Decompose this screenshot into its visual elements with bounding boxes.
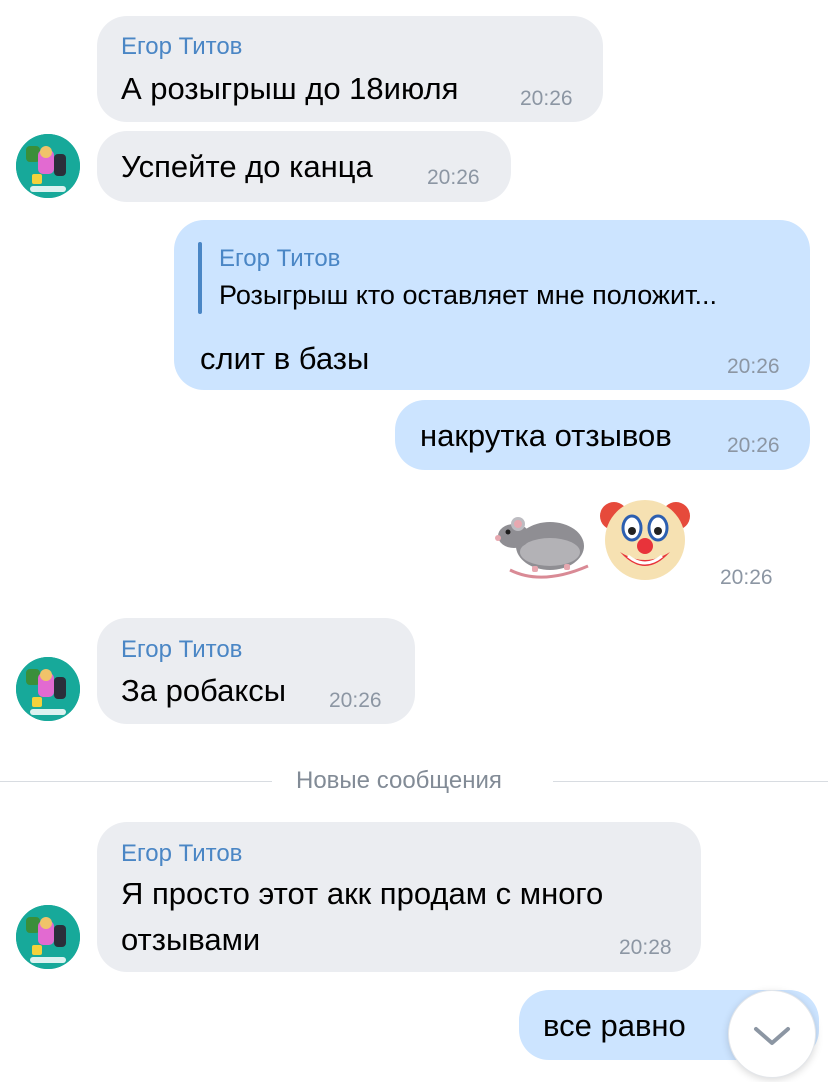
- incoming-message[interactable]: Егор Титов А розыгрыш до 18июля 20:26: [97, 16, 603, 122]
- message-text: Успейте до канца: [121, 149, 373, 184]
- message-time: 20:28: [619, 936, 672, 959]
- new-messages-divider: Новые сообщения: [296, 767, 502, 794]
- avatar-image: [16, 905, 80, 969]
- sender-name[interactable]: Егор Титов: [121, 636, 242, 664]
- sender-avatar[interactable]: [16, 134, 80, 198]
- sender-name[interactable]: Егор Титов: [121, 840, 242, 868]
- outgoing-message[interactable]: Егор Титов Розыгрыш кто оставляет мне по…: [174, 220, 810, 390]
- message-time: 20:26: [329, 689, 382, 712]
- message-time: 20:26: [727, 355, 780, 378]
- emoji-message[interactable]: 20:26: [492, 488, 812, 598]
- rat-emoji-icon: [492, 500, 592, 589]
- message-text: накрутка отзывов: [420, 418, 672, 453]
- clown-emoji-icon: [598, 488, 692, 587]
- reply-quote-bar: [198, 242, 202, 314]
- quote-text[interactable]: Розыгрыш кто оставляет мне положит...: [219, 277, 717, 313]
- sender-avatar[interactable]: [16, 905, 80, 969]
- avatar-image: [16, 657, 80, 721]
- message-time: 20:26: [727, 434, 780, 457]
- message-time: 20:26: [720, 566, 773, 589]
- sender-avatar[interactable]: [16, 657, 80, 721]
- outgoing-message[interactable]: накрутка отзывов 20:26: [395, 400, 810, 470]
- sender-name[interactable]: Егор Титов: [121, 33, 242, 61]
- message-text: все равно: [543, 1008, 686, 1043]
- message-text: слит в базы: [200, 341, 370, 376]
- message-time: 20:26: [520, 87, 573, 110]
- divider-line-right: [553, 781, 828, 782]
- scroll-down-button[interactable]: [728, 990, 816, 1078]
- avatar-image: [16, 134, 80, 198]
- incoming-message[interactable]: Егор Титов Я просто этот акк продам с мн…: [97, 822, 701, 972]
- divider-line-left: [0, 781, 272, 782]
- message-text: А розыгрыш до 18июля: [121, 71, 459, 106]
- quote-sender[interactable]: Егор Титов: [219, 245, 340, 273]
- message-time: 20:26: [427, 166, 480, 189]
- incoming-message[interactable]: Успейте до канца 20:26: [97, 131, 511, 202]
- chevron-down-icon: [754, 1027, 790, 1045]
- message-text: За робаксы: [121, 673, 287, 708]
- message-text-line2: отзывами: [121, 922, 261, 957]
- incoming-message[interactable]: Егор Титов За робаксы 20:26: [97, 618, 415, 724]
- message-text-line1: Я просто этот акк продам с много: [121, 876, 604, 911]
